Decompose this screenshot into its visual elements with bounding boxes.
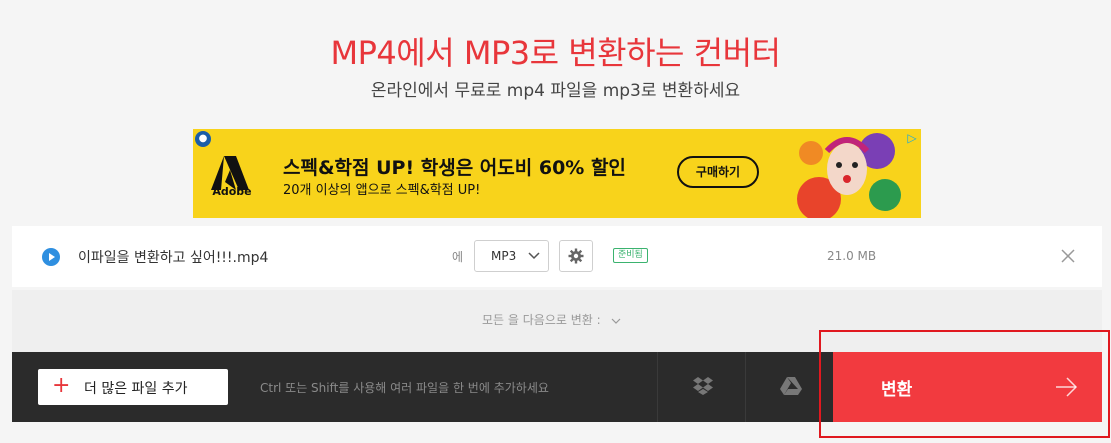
play-icon[interactable] [42, 248, 60, 266]
add-more-files-button[interactable]: + 더 많은 파일 추가 [38, 369, 228, 405]
ad-badge-icon: ● [195, 131, 211, 147]
convert-all-dropdown[interactable]: 모든 을 다음으로 변환 : [482, 311, 621, 328]
plus-icon: + [52, 373, 71, 398]
convert-all-label: 모든 을 다음으로 변환 : [482, 313, 601, 327]
gear-icon [568, 248, 584, 264]
ad-logo-text: Adobe [212, 185, 252, 198]
page-subtitle: 온라인에서 무료로 mp4 파일을 mp3로 변환하세요 [370, 81, 741, 101]
page-title: MP4에서 MP3로 변환하는 컨버터 [330, 34, 781, 72]
dropbox-icon [693, 377, 713, 395]
ad-illustration [797, 133, 901, 218]
chevron-down-icon [528, 252, 540, 260]
google-drive-button[interactable] [745, 352, 833, 422]
convert-button[interactable]: 변환 [833, 352, 1102, 422]
chevron-down-icon [611, 318, 620, 324]
format-value: MP3 [491, 249, 517, 263]
close-icon[interactable] [1060, 248, 1076, 264]
ad-buy-button[interactable]: 구매하기 [677, 156, 759, 188]
convert-all-row: 모든 을 다음으로 변환 : [12, 290, 1102, 352]
adchoices-icon[interactable]: ▷ [905, 131, 919, 145]
convert-label: 변환 [881, 380, 913, 400]
add-more-files-label: 더 많은 파일 추가 [84, 381, 188, 397]
settings-button[interactable] [559, 240, 593, 272]
arrow-right-icon [1056, 377, 1078, 397]
page: MP4에서 MP3로 변환하는 컨버터 온라인에서 무료로 mp4 파일을 mp… [0, 0, 1111, 443]
to-label: 에 [452, 250, 464, 264]
status-badge: 준비됨 [613, 248, 648, 263]
google-drive-icon [780, 377, 802, 395]
ad-headline: 스펙&학점 UP! 학생은 어도비 60% 할인 [283, 157, 626, 179]
ad-subtext: 20개 이상의 앱으로 스펙&학점 UP! [283, 183, 481, 198]
format-select[interactable]: MP3 [474, 240, 549, 272]
bottom-bar: + 더 많은 파일 추가 Ctrl 또는 Shift를 사용해 여러 파일을 한… [12, 352, 1102, 422]
file-row: 이파일을 변환하고 싶어!!!.mp4 에 MP3 준비됨 21.0 MB [12, 226, 1102, 287]
ad-banner[interactable]: ● ▷ Adobe 스펙&학점 UP! 학생은 어도비 60% 할인 20개 이… [193, 129, 921, 218]
file-size: 21.0 MB [827, 249, 877, 263]
multi-select-hint: Ctrl 또는 Shift를 사용해 여러 파일을 한 번에 추가하세요 [260, 381, 549, 395]
file-name: 이파일을 변환하고 싶어!!!.mp4 [78, 250, 269, 266]
dropbox-button[interactable] [657, 352, 745, 422]
